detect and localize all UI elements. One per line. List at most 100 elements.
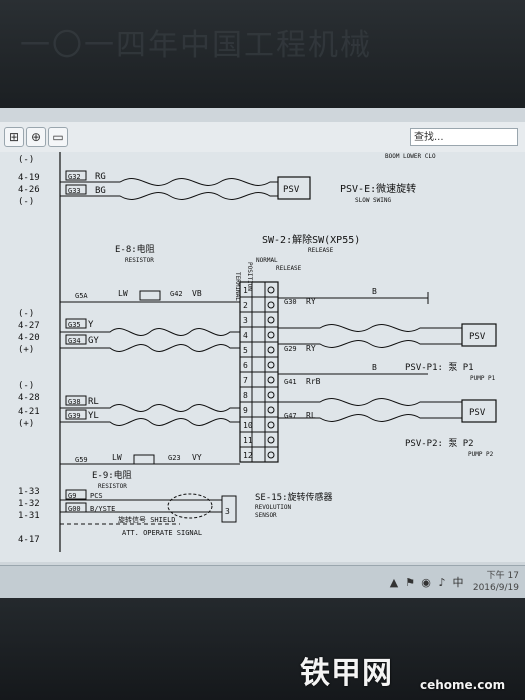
wire-color: VY bbox=[192, 453, 202, 462]
psv-e-label: PSV-E:微速旋转 bbox=[340, 182, 416, 195]
b-label: B bbox=[372, 363, 377, 372]
e9-sub: RESISTOR bbox=[98, 483, 127, 490]
wire-number: G29 bbox=[284, 345, 297, 353]
switch-contact bbox=[267, 316, 275, 324]
se15-sub2: SENSOR bbox=[255, 512, 277, 519]
wire-color: RG bbox=[95, 172, 106, 182]
wire-color: VB bbox=[192, 289, 202, 298]
terminal-label: (+) bbox=[18, 419, 34, 429]
twisted-wire bbox=[60, 328, 240, 336]
wire-number: G23 bbox=[168, 454, 181, 462]
wire-number: G59 bbox=[75, 456, 88, 464]
psv-box-label: PSV bbox=[469, 408, 486, 418]
grid-view-button[interactable]: ⊞ bbox=[4, 127, 24, 147]
psv-e-sub: SLOW SWING bbox=[355, 197, 392, 204]
twisted-wire bbox=[60, 418, 240, 426]
switch-row-label: 11 bbox=[243, 436, 253, 445]
watermark-url: cehome.com bbox=[420, 678, 506, 692]
switch-contact bbox=[267, 406, 275, 414]
switch-contact bbox=[267, 391, 275, 399]
tray-network-icon[interactable]: ◉ bbox=[420, 577, 432, 589]
psv-p2-label: PSV-P2: 泵 P2 bbox=[405, 438, 474, 449]
att-signal-label: ATT. OPERATE SIGNAL bbox=[122, 529, 202, 537]
psv-p2-sub: PUMP P2 bbox=[468, 451, 494, 458]
twisted-wire bbox=[60, 192, 278, 200]
wire-color: LW bbox=[112, 453, 122, 462]
psv-box-label: PSV bbox=[469, 332, 486, 342]
psv-p1-label: PSV-P1: 泵 P1 bbox=[405, 362, 474, 373]
se15-label: SE-15:旋转传感器 bbox=[255, 491, 333, 503]
wire-number: G9 bbox=[68, 492, 76, 500]
wire-number: G35 bbox=[68, 321, 81, 329]
terminal-label: (-) bbox=[18, 381, 34, 391]
switch-row-label: 8 bbox=[243, 391, 248, 400]
wire-color: YL bbox=[88, 411, 99, 421]
terminal-label: 4-20 bbox=[18, 333, 40, 343]
tray-flag-icon[interactable]: ⚑ bbox=[404, 577, 416, 589]
switch-contact bbox=[267, 421, 275, 429]
release-header: RELEASE bbox=[276, 265, 302, 272]
wire-color: RL bbox=[306, 411, 316, 420]
terminal-label: 1-32 bbox=[18, 499, 40, 509]
wire-number: G30 bbox=[284, 298, 297, 306]
terminal-label: (-) bbox=[18, 309, 34, 319]
se15-sub1: REVOLUTION bbox=[255, 504, 292, 511]
switch-row-label: 4 bbox=[243, 331, 248, 340]
monitor-bezel-top: 一〇一四年中国工程机械 bbox=[0, 0, 525, 110]
wire-number: G42 bbox=[170, 290, 183, 298]
terminal-label: 1-31 bbox=[18, 511, 40, 521]
terminal-label: 4-21 bbox=[18, 407, 40, 417]
wire-number: G32 bbox=[68, 173, 81, 181]
terminal-label: 1-33 bbox=[18, 487, 40, 497]
twisted-wire bbox=[60, 404, 240, 412]
switch-rows: 123456789101112 bbox=[240, 286, 278, 463]
wire-color: RL bbox=[88, 397, 99, 407]
wire-color: RY bbox=[306, 344, 316, 353]
e8-sub: RESISTOR bbox=[125, 257, 154, 264]
wire-number: G34 bbox=[68, 337, 81, 345]
fit-page-button[interactable]: ▭ bbox=[48, 127, 68, 147]
e9-label: E-9:电阻 bbox=[92, 469, 132, 481]
switch-row-label: 12 bbox=[243, 451, 253, 460]
watermark-logo: 铁甲网 bbox=[300, 656, 393, 691]
clock-time[interactable]: 下午 17 bbox=[487, 568, 519, 581]
svg-text:3: 3 bbox=[225, 507, 230, 516]
twisted-wire bbox=[278, 398, 462, 406]
wire-number: G38 bbox=[68, 398, 81, 406]
tray-volume-icon[interactable]: ♪ bbox=[436, 577, 448, 589]
switch-row-label: 5 bbox=[243, 346, 248, 355]
resistor-symbol bbox=[139, 290, 161, 301]
twisted-wire bbox=[278, 324, 462, 332]
windows-taskbar: ▲ ⚑ ◉ ♪ 中 下午 17 2016/9/19 bbox=[0, 565, 525, 598]
switch-contact bbox=[267, 376, 275, 384]
zoom-button[interactable]: ⊕ bbox=[26, 127, 46, 147]
wire-color: BG bbox=[95, 186, 106, 196]
terminal-label: 4-26 bbox=[18, 185, 40, 195]
wire-number: G5A bbox=[75, 292, 88, 300]
switch-contact bbox=[267, 286, 275, 294]
bezel-ghost-text: 一〇一四年中国工程机械 bbox=[20, 28, 372, 63]
terminal-label: (-) bbox=[18, 197, 34, 207]
switch-contact bbox=[267, 331, 275, 339]
search-input[interactable]: 查找... bbox=[410, 128, 518, 146]
wire-color: GY bbox=[88, 336, 99, 346]
shield-loop bbox=[167, 493, 213, 519]
sw2-label: SW-2:解除SW(XP55) bbox=[262, 233, 360, 246]
switch-row-label: 10 bbox=[243, 421, 253, 430]
tray-arrow-icon[interactable]: ▲ bbox=[388, 577, 400, 589]
resistor-symbol bbox=[133, 454, 155, 465]
wiring-diagram: BOOM LOWER CLO (-) 4-19 4-26 (-) (-) 4-2… bbox=[18, 152, 497, 552]
sw2-sub: RELEASE bbox=[308, 247, 334, 254]
switch-row-label: 6 bbox=[243, 361, 248, 370]
wire-color: LW bbox=[118, 289, 128, 298]
switch-contact bbox=[267, 301, 275, 309]
wire-number: G47 bbox=[284, 412, 297, 420]
clock-date[interactable]: 2016/9/19 bbox=[473, 583, 519, 593]
switch-contact bbox=[267, 346, 275, 354]
tray-ime-icon[interactable]: 中 bbox=[452, 577, 464, 589]
wire-color: Y bbox=[88, 320, 94, 330]
twisted-wire bbox=[60, 344, 240, 352]
switch-row-label: 7 bbox=[243, 376, 248, 385]
shield-label: 旋转信号 SHIELD bbox=[118, 515, 176, 524]
wire-number: G33 bbox=[68, 187, 81, 195]
